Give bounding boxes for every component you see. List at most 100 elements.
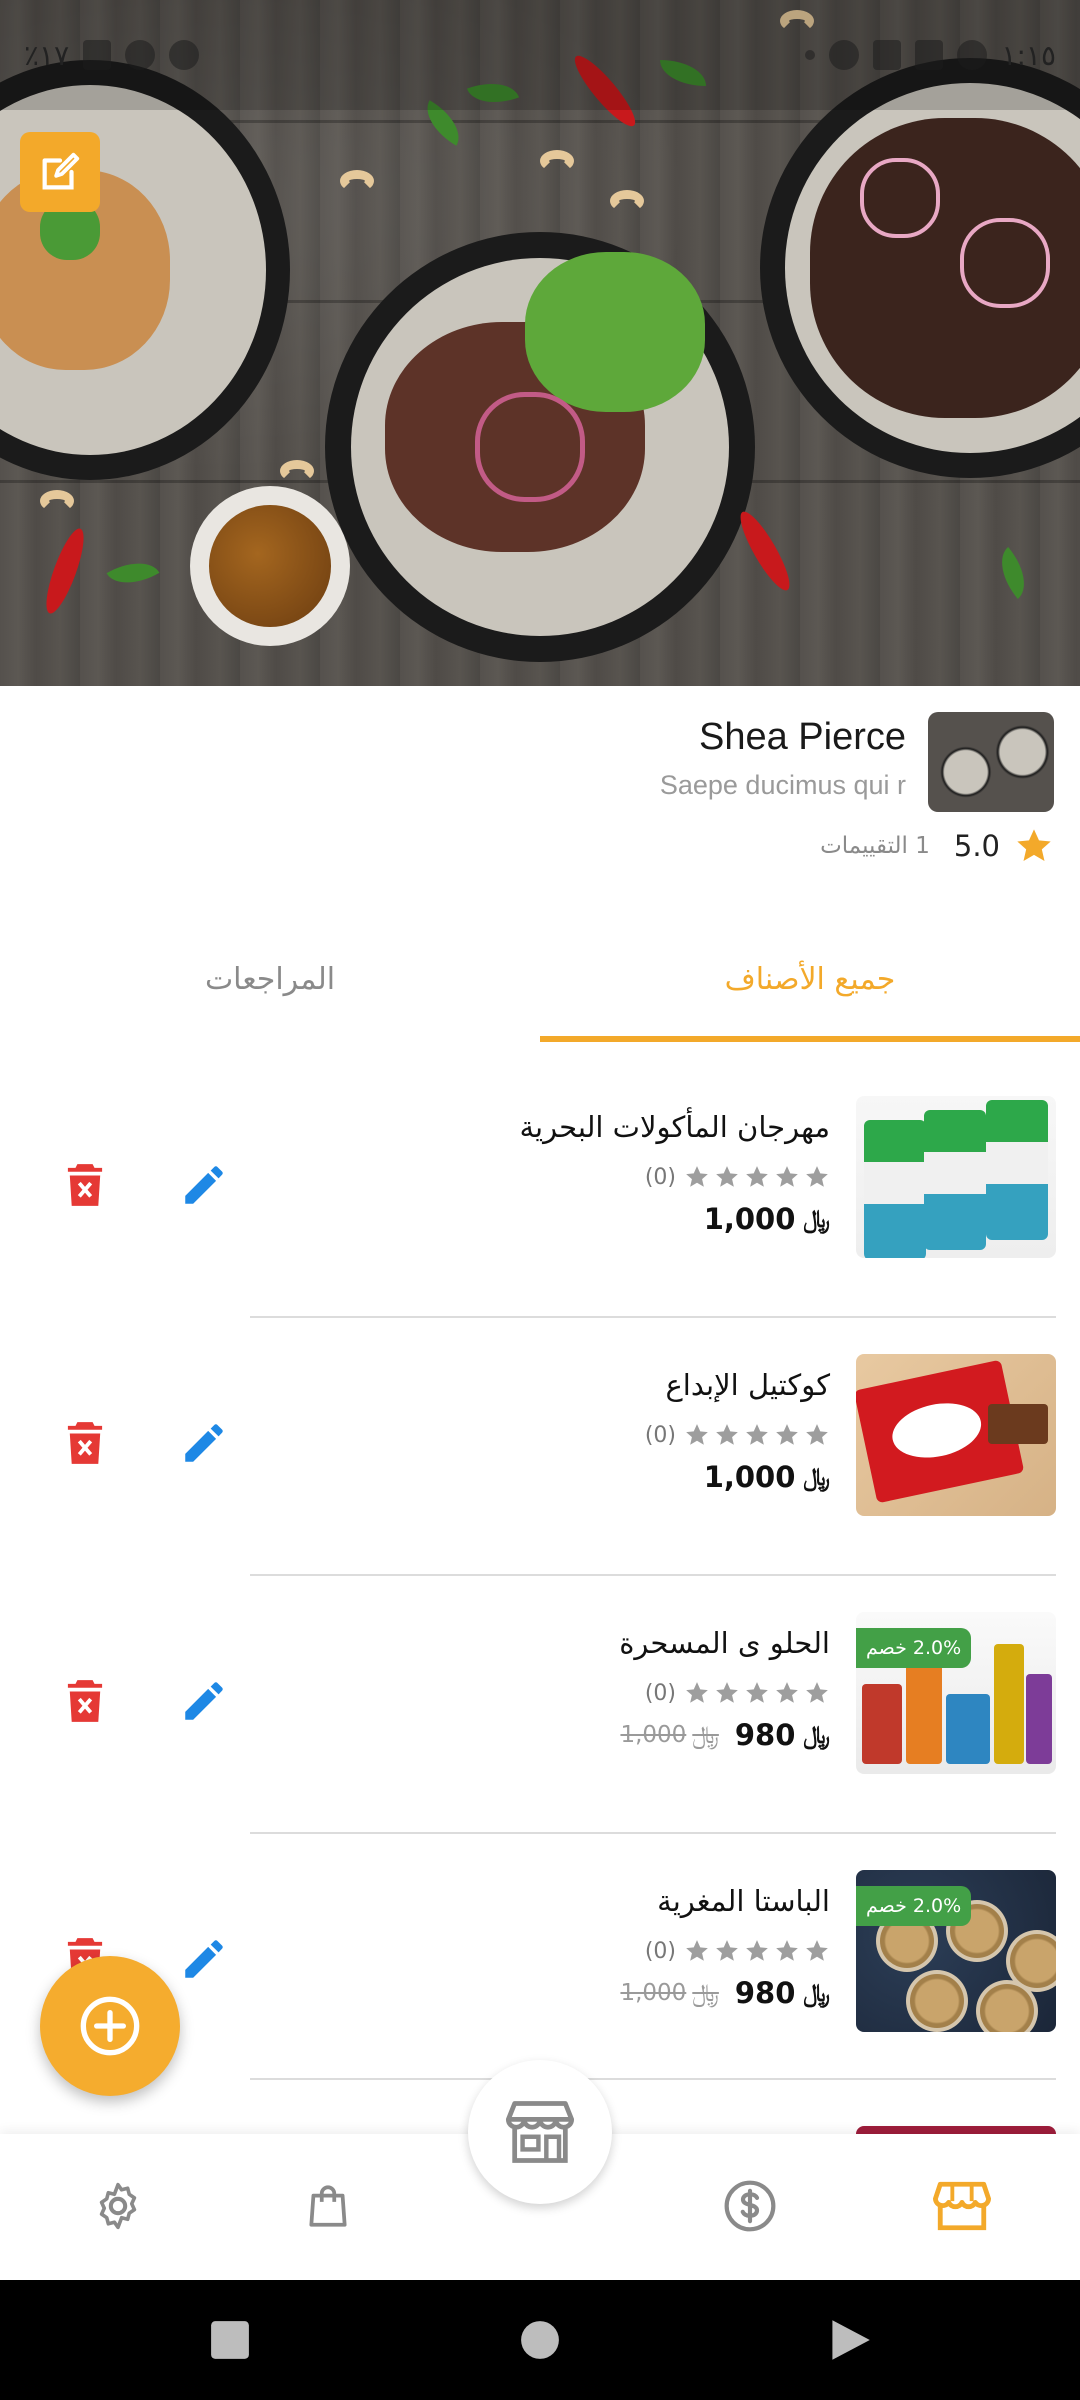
- add-product-button[interactable]: [40, 1956, 180, 2096]
- delete-product-button[interactable]: [60, 1413, 110, 1473]
- dollar-icon: [724, 2180, 776, 2232]
- active-tab-indicator: [540, 1036, 1080, 1042]
- nav-settings[interactable]: [86, 2174, 150, 2238]
- settings-icon: [99, 2182, 137, 2230]
- tab-bar: جميع الأصناف المراجعات: [0, 920, 1080, 1042]
- star-icon: [716, 1166, 738, 1187]
- list-item[interactable]: كوكتيل الإبداع (0) 1,000 ﷼: [0, 1318, 1080, 1576]
- nav-earnings[interactable]: [718, 2174, 782, 2238]
- review-count: (0): [644, 1422, 676, 1448]
- tab-all-items[interactable]: جميع الأصناف: [540, 920, 1080, 1038]
- currency-symbol: ﷼: [803, 1979, 830, 2007]
- dot-icon: [805, 50, 816, 60]
- star-icon: [776, 1166, 798, 1187]
- product-price: 1,000 ﷼: [703, 1202, 830, 1236]
- price-row: 1,000 ﷼: [704, 1460, 830, 1494]
- notification-icon: [957, 40, 988, 70]
- pencil-icon: [185, 1424, 223, 1462]
- pencil-icon: [185, 1940, 223, 1978]
- battery-percent: ٪١٧: [24, 38, 70, 72]
- star-icon: [806, 1166, 828, 1187]
- facebook-icon: [829, 40, 860, 70]
- star-icon: [806, 1940, 828, 1961]
- square-icon: [211, 2321, 249, 2359]
- trash-icon: [67, 1680, 103, 1722]
- star-icon: [686, 1424, 708, 1445]
- nav-store[interactable]: [930, 2174, 994, 2238]
- list-item[interactable]: 2.0% خصم الحلو ى المسحرة (0) 1,000 ﷼ 980 ﷼: [0, 1576, 1080, 1834]
- product-image: [856, 1354, 1056, 1516]
- edit-product-button[interactable]: [174, 1929, 234, 1989]
- currency-symbol: ﷼: [692, 1979, 719, 2007]
- star-icon: [776, 1424, 798, 1445]
- system-navigation-bar: [0, 2280, 1080, 2400]
- contact-icon: [873, 40, 902, 70]
- store-icon: [505, 2101, 575, 2163]
- product-rating: (0): [645, 1164, 830, 1190]
- star-icon: [746, 1682, 768, 1703]
- product-rating: (0): [645, 1680, 830, 1706]
- currency-symbol: ﷼: [803, 1721, 830, 1749]
- delete-product-button[interactable]: [60, 1155, 110, 1215]
- original-price: 1,000 ﷼: [620, 1979, 719, 2007]
- currency-symbol: ﷼: [803, 1463, 830, 1491]
- edit-product-button[interactable]: [174, 1413, 234, 1473]
- rating-value: 5.0: [953, 829, 1000, 863]
- triangle-icon: [832, 2320, 870, 2360]
- product-price: 980 ﷼: [734, 1976, 830, 2010]
- store-rating: 5.0 1 التقييمات: [820, 826, 1054, 866]
- status-bar: ٪١٧ ١:١٥: [0, 0, 1080, 110]
- signal-icon: [125, 40, 156, 70]
- product-title: الباستا المغرية: [657, 1884, 830, 1918]
- star-icon: [806, 1424, 828, 1445]
- star-icon: [746, 1940, 768, 1961]
- delete-product-button[interactable]: [60, 1671, 110, 1731]
- edit-square-icon: [42, 152, 80, 190]
- trash-icon: [67, 1164, 103, 1206]
- product-image: 2.0% خصم: [856, 1870, 1056, 2032]
- calendar-icon: [915, 40, 944, 70]
- product-title: مهرجان المأكولات البحرية: [519, 1110, 830, 1144]
- product-price: 980 ﷼: [734, 1718, 830, 1752]
- product-title: كوكتيل الإبداع: [665, 1368, 830, 1402]
- edit-cover-button[interactable]: [20, 132, 100, 212]
- review-count: (0): [644, 1680, 676, 1706]
- edit-product-button[interactable]: [174, 1671, 234, 1731]
- recents-button[interactable]: [200, 2310, 260, 2370]
- star-icon: [776, 1682, 798, 1703]
- star-icon: [686, 1166, 708, 1187]
- price-row: 1,000 ﷼ 980 ﷼: [620, 1718, 830, 1752]
- review-count: (0): [644, 1164, 676, 1190]
- star-icon: [1017, 829, 1051, 861]
- star-icon: [806, 1682, 828, 1703]
- star-icon: [716, 1682, 738, 1703]
- star-icon: [776, 1940, 798, 1961]
- pencil-icon: [185, 1682, 223, 1720]
- star-icon: [686, 1682, 708, 1703]
- home-button[interactable]: [510, 2310, 570, 2370]
- add-circle-icon: [80, 1996, 140, 2056]
- product-price: 1,000 ﷼: [703, 1460, 830, 1494]
- nav-orders[interactable]: [296, 2174, 360, 2238]
- tab-reviews[interactable]: المراجعات: [0, 920, 540, 1038]
- shopping-bag-icon: [309, 2185, 347, 2227]
- circle-icon: [521, 2321, 559, 2359]
- discount-badge: 2.0% خصم: [856, 1886, 972, 1926]
- wifi-icon: [169, 40, 200, 70]
- currency-symbol: ﷼: [803, 1205, 830, 1233]
- star-icon: [716, 1424, 738, 1445]
- rating-count: 1 التقييمات: [820, 833, 930, 859]
- currency-symbol: ﷼: [692, 1721, 719, 1749]
- price-row: 1,000 ﷼: [704, 1202, 830, 1236]
- star-icon: [746, 1166, 768, 1187]
- storefront-icon: [933, 2181, 991, 2231]
- edit-product-button[interactable]: [174, 1155, 234, 1215]
- pencil-icon: [185, 1166, 223, 1204]
- trash-icon: [67, 1422, 103, 1464]
- store-description: Saepe ducimus qui r: [659, 770, 906, 800]
- divider: [250, 2078, 1056, 2080]
- battery-icon: [83, 40, 112, 70]
- list-item[interactable]: مهرجان المأكولات البحرية (0) 1,000 ﷼: [0, 1060, 1080, 1318]
- back-button[interactable]: [820, 2310, 880, 2370]
- nav-my-store-center[interactable]: [468, 2060, 612, 2204]
